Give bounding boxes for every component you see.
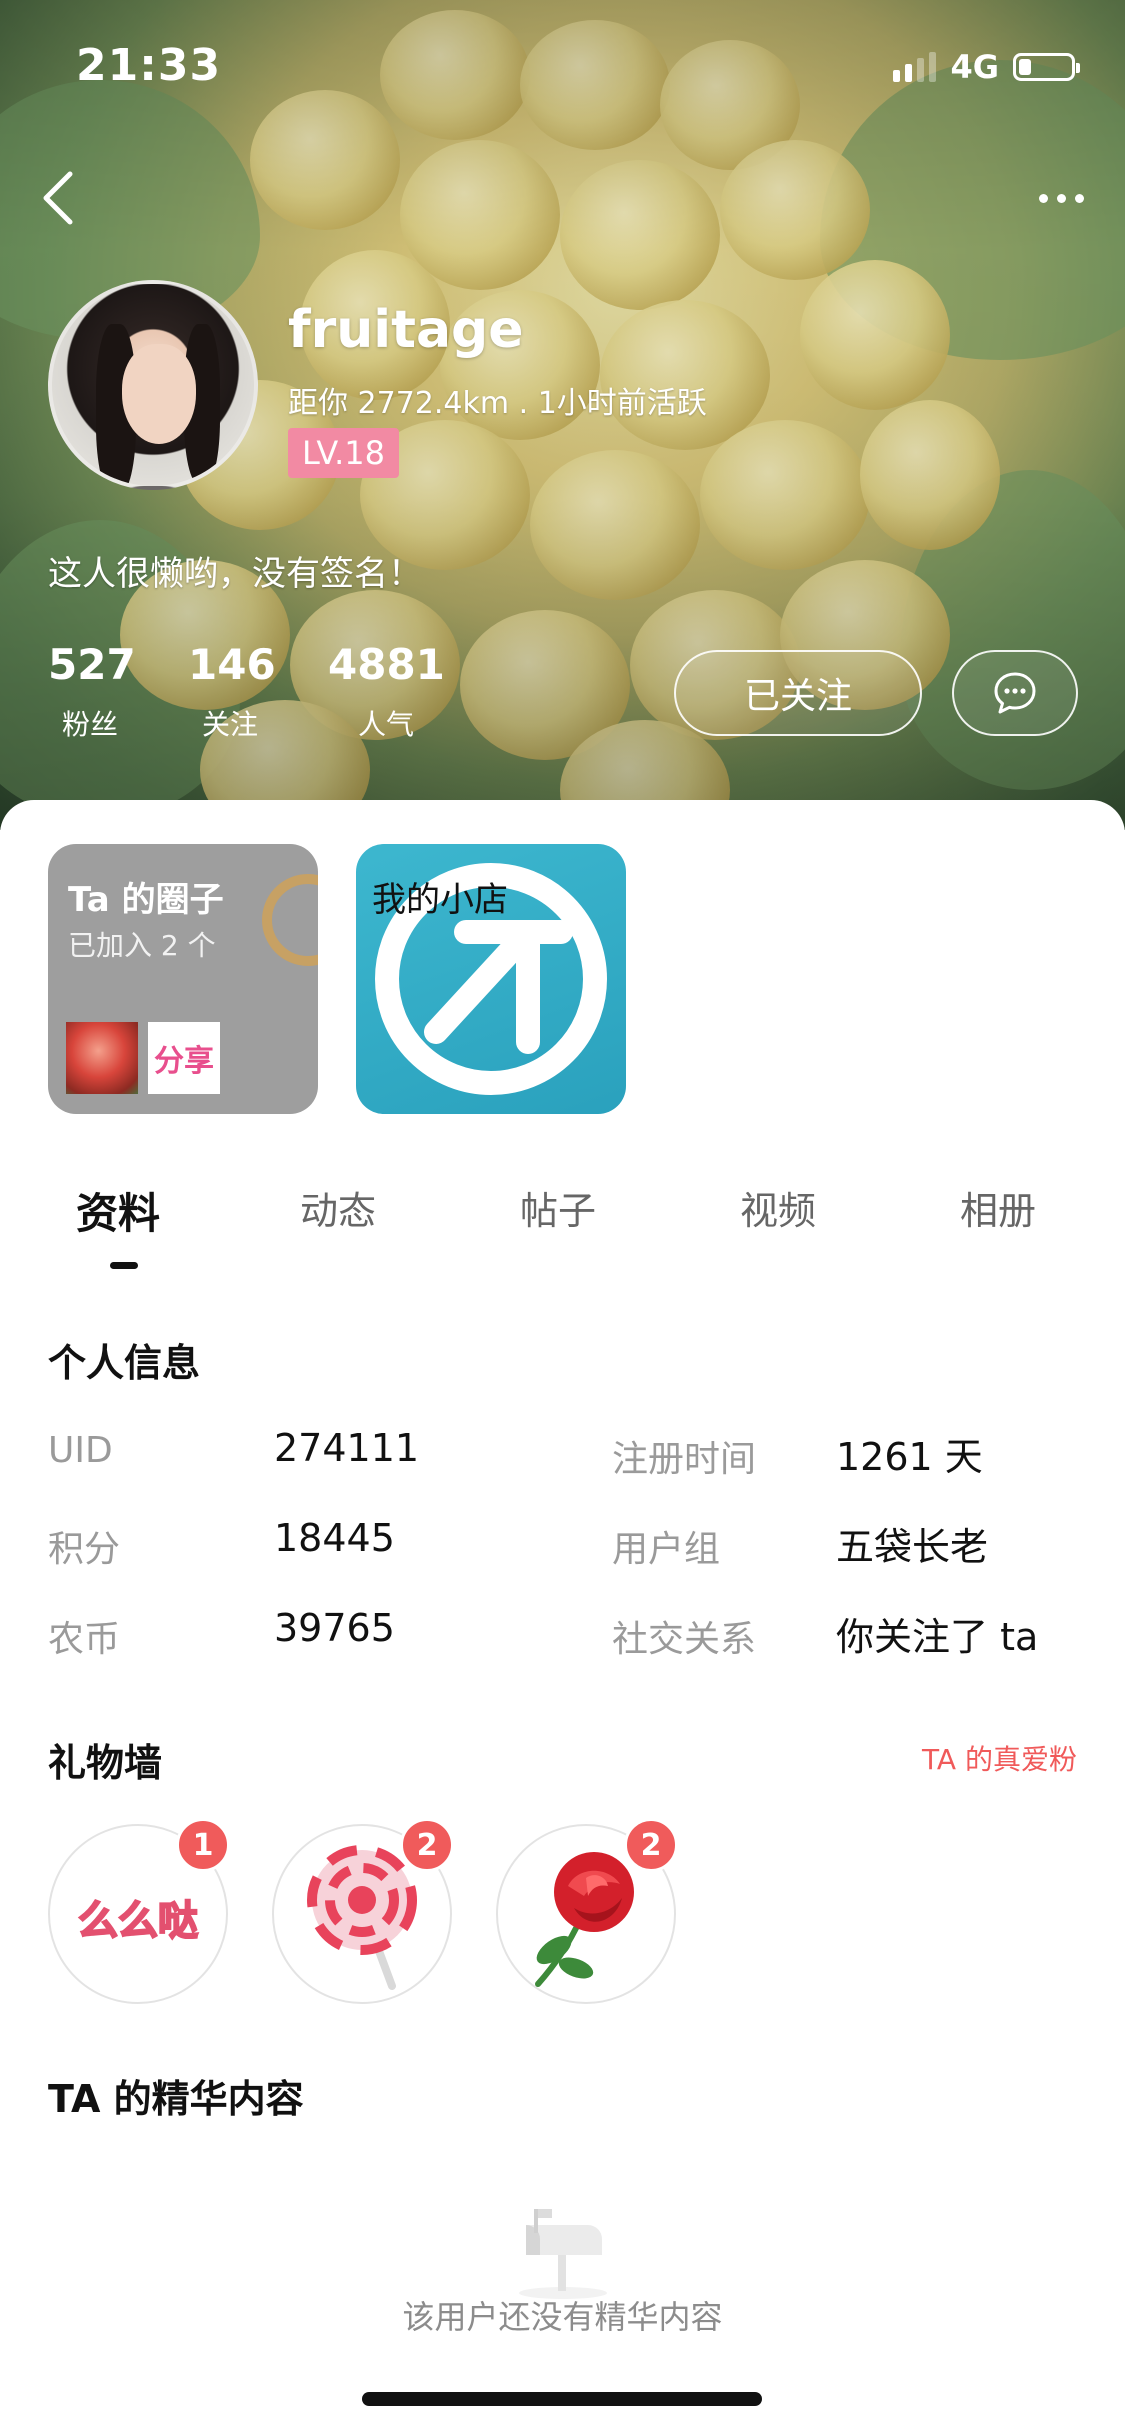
avatar[interactable] (48, 280, 258, 490)
tab-activity[interactable]: 动态 (300, 1180, 376, 1235)
gift-count-badge: 2 (624, 1818, 678, 1872)
stat-value: 4881 (328, 640, 445, 689)
tab-posts[interactable]: 帖子 (520, 1180, 596, 1235)
empty-essence-text: 该用户还没有精华内容 (402, 2298, 723, 2336)
shop-title: 我的小店 (372, 880, 508, 920)
info-label: UID (48, 1430, 113, 1471)
gift-count-badge: 2 (400, 1818, 454, 1872)
circle-title: Ta 的圈子 (68, 880, 224, 920)
distance-activity: 距你 2772.4km . 1小时前活跃 (288, 386, 707, 421)
circle-subtitle: 已加入 2 个 (68, 929, 216, 962)
signal-icon (893, 52, 937, 82)
info-value: 你关注了 ta (836, 1615, 1039, 1659)
signature: 这人很懒哟，没有签名！ (48, 554, 422, 594)
gift-rose[interactable]: 2 (496, 1818, 678, 2004)
stat-following[interactable]: 146 关注 (188, 640, 276, 743)
personal-info-title: 个人信息 (48, 1341, 201, 1385)
circle-thumbnail-share: 分享 (148, 1022, 220, 1094)
shop-card[interactable]: 我的小店 (356, 844, 626, 1114)
follow-button[interactable]: 已关注 (674, 650, 922, 736)
profile-tabs: 资料 动态 帖子 视频 相册 (0, 1180, 1125, 1260)
status-icons: 4G (893, 48, 1080, 86)
more-options-icon[interactable] (1031, 178, 1091, 218)
stat-label: 粉丝 (61, 708, 118, 741)
home-indicator[interactable] (362, 2392, 762, 2406)
essence-title: TA 的精华内容 (48, 2077, 304, 2121)
message-button[interactable] (952, 650, 1078, 736)
tab-profile-info[interactable]: 资料 (76, 1180, 160, 1241)
stat-value: 146 (188, 640, 276, 689)
stat-value: 527 (48, 640, 136, 689)
back-icon[interactable] (36, 168, 86, 228)
info-value: 五袋长老 (836, 1525, 989, 1569)
username: fruitage (288, 300, 524, 360)
circle-decoration (262, 874, 318, 966)
tab-albums[interactable]: 相册 (960, 1180, 1036, 1235)
mailbox-icon (508, 2195, 618, 2305)
stat-label: 关注 (201, 708, 258, 741)
gift-kiss-sticker[interactable]: 么么哒 1 (48, 1818, 230, 2004)
circle-thumbnail-apple (66, 1022, 138, 1094)
gift-lollipop[interactable]: 2 (272, 1818, 454, 2004)
gift-wall-title: 礼物墙 (48, 1741, 163, 1785)
info-value: 39765 (274, 1606, 395, 1650)
true-fans-link[interactable]: TA 的真爱粉 (922, 1738, 1077, 1778)
kiss-sticker-text: 么么哒 (77, 1897, 199, 1945)
level-badge: LV.18 (288, 428, 399, 478)
stat-popularity[interactable]: 4881 人气 (328, 640, 445, 743)
info-label: 用户组 (612, 1529, 721, 1570)
info-label: 注册时间 (612, 1439, 757, 1480)
active-tab-indicator (110, 1262, 138, 1269)
info-label: 积分 (48, 1529, 121, 1570)
profile-content-card: Ta 的圈子 已加入 2 个 分享 我的小店 资料 动态 帖子 视频 相册 个人… (0, 800, 1125, 2436)
stat-label: 人气 (357, 708, 414, 741)
circle-card[interactable]: Ta 的圈子 已加入 2 个 分享 (48, 844, 318, 1114)
info-value: 1261 天 (836, 1435, 983, 1479)
chat-icon (994, 672, 1036, 714)
info-value: 274111 (274, 1426, 420, 1470)
info-label: 农币 (48, 1619, 121, 1660)
info-label: 社交关系 (612, 1619, 757, 1660)
network-type: 4G (950, 48, 999, 86)
tab-videos[interactable]: 视频 (740, 1180, 816, 1235)
stat-fans[interactable]: 527 粉丝 (48, 640, 136, 743)
battery-icon (1013, 53, 1080, 81)
gift-count-badge: 1 (176, 1818, 230, 1872)
status-time: 21:33 (76, 40, 222, 91)
info-value: 18445 (274, 1516, 395, 1560)
